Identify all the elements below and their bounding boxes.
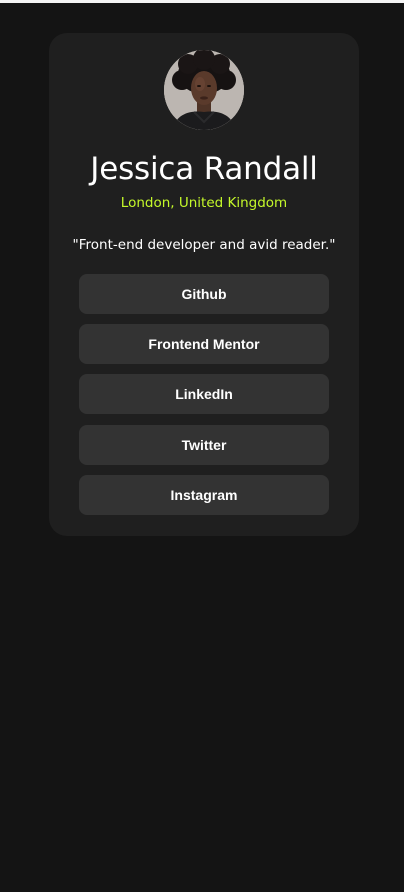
profile-card: Jessica Randall London, United Kingdom "… bbox=[49, 33, 359, 536]
top-strip bbox=[0, 0, 404, 3]
avatar bbox=[164, 50, 244, 130]
avatar-photo bbox=[164, 50, 244, 130]
social-links: Github Frontend Mentor LinkedIn Twitter … bbox=[79, 274, 329, 525]
linkedin-link-button[interactable]: LinkedIn bbox=[79, 374, 329, 415]
profile-bio: "Front-end developer and avid reader." bbox=[72, 237, 336, 253]
github-link-button[interactable]: Github bbox=[79, 274, 329, 314]
profile-name: Jessica Randall bbox=[90, 151, 318, 187]
instagram-link-button[interactable]: Instagram bbox=[79, 474, 329, 515]
twitter-link-button[interactable]: Twitter bbox=[79, 424, 329, 465]
profile-location: London, United Kingdom bbox=[120, 195, 288, 211]
frontend-mentor-link-button[interactable]: Frontend Mentor bbox=[79, 324, 329, 365]
